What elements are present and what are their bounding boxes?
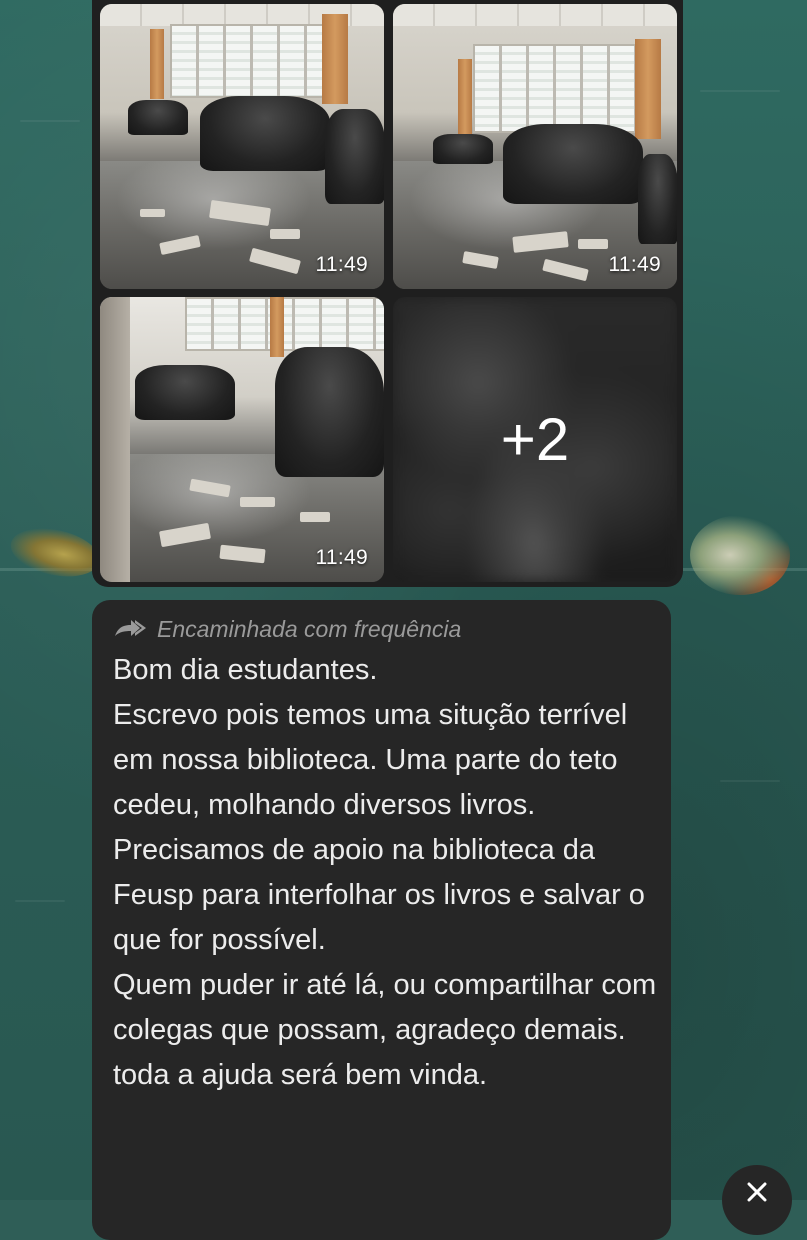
library-damage-photo bbox=[393, 4, 677, 289]
library-damage-photo bbox=[100, 4, 384, 289]
more-photos-count: +2 bbox=[500, 406, 570, 473]
close-button[interactable] bbox=[722, 1165, 792, 1235]
library-damage-photo bbox=[100, 297, 384, 582]
message-text: Bom dia estudantes. Escrevo pois temos u… bbox=[113, 654, 657, 1091]
photo-thumbnail[interactable]: 11:49 bbox=[393, 4, 677, 289]
forwarded-indicator: Encaminhada com frequência bbox=[113, 614, 461, 644]
photo-timestamp: 11:49 bbox=[315, 546, 368, 569]
double-arrow-forward-icon bbox=[115, 620, 146, 636]
forwarded-label: Encaminhada com frequência bbox=[157, 615, 462, 642]
photo-timestamp: 11:49 bbox=[608, 253, 661, 276]
photo-timestamp: 11:49 bbox=[315, 253, 368, 276]
photo-thumbnail[interactable]: 11:49 bbox=[100, 4, 384, 289]
more-photos-thumbnail[interactable]: +2 bbox=[393, 297, 677, 582]
photo-thumbnail[interactable]: 11:49 bbox=[100, 297, 384, 582]
